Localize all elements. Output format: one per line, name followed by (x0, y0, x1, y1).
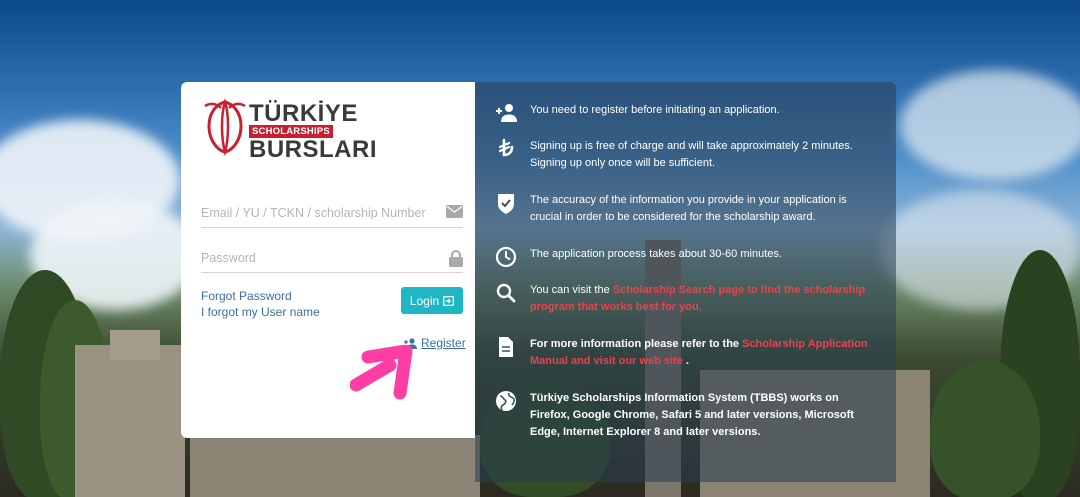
forgot-links: Forgot Password I forgot my User name (201, 288, 320, 320)
lock-icon (449, 250, 463, 267)
info-text-duration: The application process takes about 30-6… (530, 248, 782, 260)
login-icon (443, 295, 455, 306)
turkiye-scholarships-logo: TÜRKİYE SCHOLARSHIPS BURSLARI (203, 98, 377, 163)
globe-icon (496, 391, 516, 411)
logo-text-burslari: BURSLARI (249, 136, 377, 163)
login-card: TÜRKİYE SCHOLARSHIPS BURSLARI Forgot Pas… (181, 82, 475, 438)
info-text-free: Signing up is free of charge and will ta… (530, 140, 853, 169)
email-input[interactable] (201, 200, 436, 226)
logo-text-turkiye: TÜRKİYE (249, 100, 358, 127)
forgot-username-link[interactable]: I forgot my User name (201, 304, 320, 320)
login-button[interactable]: Login (401, 287, 463, 314)
search-icon (496, 283, 516, 303)
add-user-icon (496, 104, 517, 122)
info-text-browsers: Türkiye Scholarships Information System … (530, 392, 854, 438)
document-icon (499, 337, 513, 357)
info-text-search: You can visit the Scholarship Search pag… (530, 282, 880, 316)
info-text-accuracy: The accuracy of the information you prov… (530, 194, 847, 223)
password-field-wrapper (201, 245, 463, 273)
info-manual-prefix: For more information please refer to the (530, 338, 743, 350)
forgot-password-link[interactable]: Forgot Password (201, 288, 320, 304)
info-manual-suffix: . (685, 355, 689, 367)
info-text-manual: For more information please refer to the… (530, 336, 880, 370)
info-text-register: You need to register before initiating a… (530, 104, 780, 116)
email-field-wrapper (201, 200, 463, 228)
email-icon (446, 205, 463, 218)
lira-icon (498, 138, 514, 157)
shield-check-icon (498, 194, 514, 214)
clock-icon (495, 246, 517, 268)
info-search-prefix: You can visit the (530, 284, 613, 296)
password-input[interactable] (201, 245, 436, 271)
arrow-annotation (350, 345, 413, 400)
tulip-icon (204, 98, 246, 157)
info-panel: You need to register before initiating a… (475, 82, 896, 482)
login-button-label: Login (409, 293, 440, 308)
register-label: Register (421, 336, 466, 350)
